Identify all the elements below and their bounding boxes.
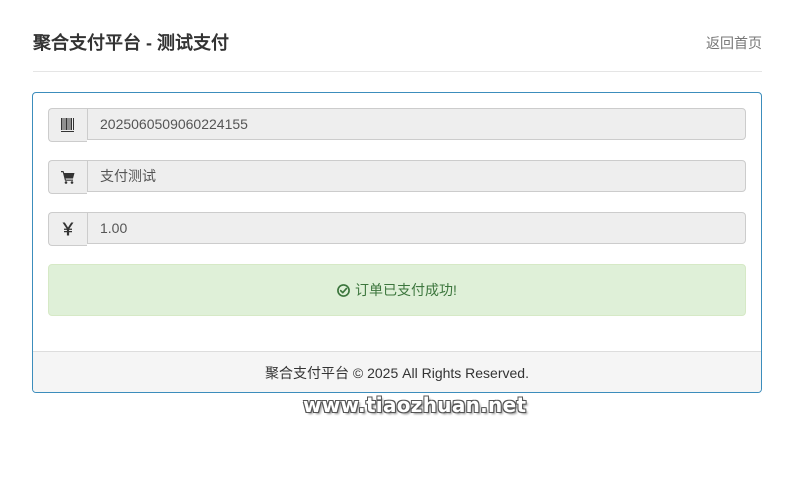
yen-icon-svg xyxy=(62,222,74,236)
copyright-text: 聚合支付平台 © 2025 All Rights Reserved. xyxy=(265,364,529,381)
product-name-group xyxy=(48,160,746,194)
payment-success-message: 订单已支付成功! xyxy=(355,282,457,298)
barcode-icon xyxy=(48,108,87,142)
panel-body: 订单已支付成功! xyxy=(33,93,761,351)
product-name-field[interactable] xyxy=(87,160,746,192)
barcode-icon-svg xyxy=(61,118,74,132)
payment-result-page: 聚合支付平台 - 测试支付 返回首页 2025060509060224155 支… xyxy=(0,0,805,489)
back-home-link[interactable]: 返回首页 xyxy=(706,33,762,53)
shopping-cart-icon xyxy=(48,160,87,194)
panel-footer: 聚合支付平台 © 2025 All Rights Reserved. xyxy=(33,351,761,392)
amount-field[interactable] xyxy=(87,212,746,244)
payment-panel: 订单已支付成功! 聚合支付平台 © 2025 All Rights Reserv… xyxy=(32,92,762,393)
order-number-field[interactable] xyxy=(87,108,746,140)
amount-group xyxy=(48,212,746,246)
page-header: 聚合支付平台 - 测试支付 返回首页 xyxy=(33,0,762,72)
page-title: 聚合支付平台 - 测试支付 xyxy=(33,33,229,53)
shopping-cart-icon-svg xyxy=(61,171,75,184)
watermark: www.tiaozhuan.net xyxy=(303,393,527,417)
order-number-group xyxy=(48,108,746,142)
yen-icon xyxy=(48,212,87,246)
payment-success-alert: 订单已支付成功! xyxy=(48,264,746,316)
check-circle-icon-svg xyxy=(337,283,350,297)
check-circle-icon xyxy=(337,283,350,297)
